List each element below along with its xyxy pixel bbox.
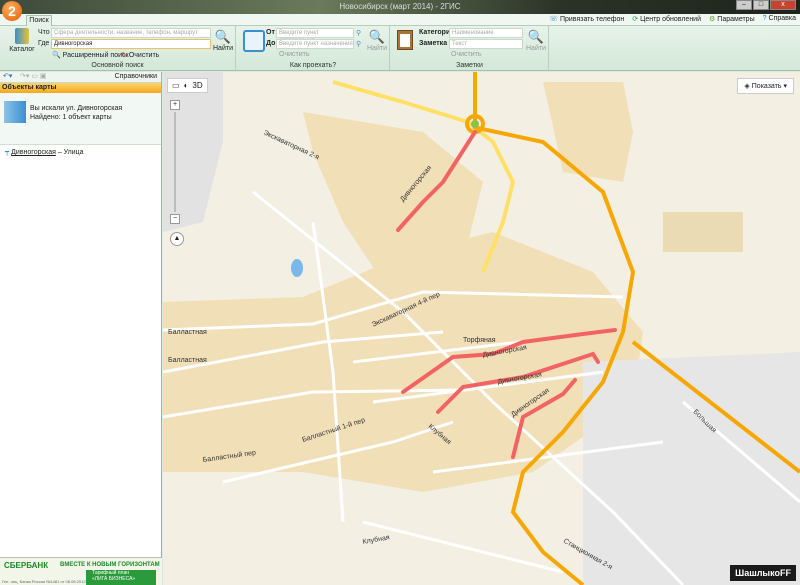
ad-banner[interactable]: СБЕРБАНК ВМЕСТЕ К НОВЫМ ГОРИЗОНТАМ Тариф… xyxy=(0,557,162,585)
forward-icon[interactable]: ↷▾ ▭ ▣ xyxy=(20,72,47,80)
phone-icon: ☏ xyxy=(549,16,558,23)
group-main-search: Каталог Что Сфера деятельности, название… xyxy=(0,26,236,70)
buildings-icon xyxy=(4,101,26,123)
pin-to-icon[interactable]: ⚲ xyxy=(356,40,361,48)
clipboard-icon xyxy=(397,30,413,50)
maximize-button[interactable]: □ xyxy=(753,0,769,10)
catalog-button[interactable]: Каталог xyxy=(8,28,36,53)
note-input[interactable]: Текст xyxy=(449,39,523,49)
corner-logo[interactable]: ШашлыкоFF xyxy=(730,565,796,581)
rotate-icon[interactable]: ◐ xyxy=(184,81,189,90)
zoom-in-button[interactable]: + xyxy=(170,100,180,110)
route-find-button[interactable]: 🔍 Найти xyxy=(366,29,388,52)
link-update-center[interactable]: ⟳ Центр обновлений xyxy=(632,15,701,23)
what-input[interactable]: Сфера деятельности, название, телефон, м… xyxy=(51,28,211,38)
help-icon: ? xyxy=(762,15,767,22)
route-icon xyxy=(243,30,265,52)
magnifier-icon: 🔍 xyxy=(214,29,232,44)
find-button[interactable]: 🔍 Найти xyxy=(213,29,233,52)
route-from-input[interactable]: Введите пункт отправления xyxy=(276,28,354,44)
link-settings[interactable]: ⚙ Параметры xyxy=(709,15,755,23)
magnifier-icon: 🔍 xyxy=(368,29,386,44)
layers-icon: ◈ xyxy=(744,83,750,90)
minimize-button[interactable]: – xyxy=(736,0,752,10)
pin-from-icon[interactable]: ⚲ xyxy=(356,29,361,37)
street-icon: ┯ xyxy=(5,149,10,156)
map-view[interactable]: Экскаваторная 2-я Дивногорская Экскавато… xyxy=(163,72,800,585)
zoom-out-button[interactable]: − xyxy=(170,214,180,224)
ribbon: Каталог Что Сфера деятельности, название… xyxy=(0,26,800,71)
gear-icon: ⚙ xyxy=(709,16,716,23)
title-bar: Новосибирск (март 2014) - 2ГИС – □ x xyxy=(0,0,800,14)
compass-icon[interactable]: ▲ xyxy=(170,232,184,246)
route-clear-button[interactable]: Очистить xyxy=(279,51,309,58)
group-route: От Введите пункт отправления До Введите … xyxy=(237,26,390,70)
notes-clear-button[interactable]: Очистить xyxy=(451,51,481,58)
street-label: Балластная xyxy=(168,357,207,364)
directories-menu[interactable]: Справочники xyxy=(115,73,157,80)
refresh-icon: ⟳ xyxy=(632,16,639,23)
street-label: Балластная xyxy=(168,329,207,336)
street-label: Торфяная xyxy=(463,337,496,344)
show-button[interactable]: ◈ Показать ▾ xyxy=(737,78,794,94)
group-notes: Категория Наименование Заметка Текст 🔍 На… xyxy=(391,26,549,70)
map-canvas: Экскаваторная 2-я Дивногорская Экскавато… xyxy=(163,72,800,585)
panel-title: Объекты карты xyxy=(0,83,161,93)
close-button[interactable]: x xyxy=(770,0,796,10)
zoom-slider[interactable]: + − ▲ xyxy=(170,100,184,246)
notes-find-button[interactable]: 🔍 Найти xyxy=(525,29,547,52)
ruler-icon[interactable]: ▭ xyxy=(172,81,180,90)
window-title: Новосибирск (март 2014) - 2ГИС xyxy=(339,2,461,11)
link-help[interactable]: ? Справка xyxy=(763,15,796,23)
result-item[interactable]: ┯ Дивногорская – Улица xyxy=(0,145,161,159)
magnifier-icon: 🔍 xyxy=(527,29,545,44)
link-bind-phone[interactable]: ☏ Привязать телефон xyxy=(549,15,624,23)
catalog-icon xyxy=(15,28,29,44)
where-input[interactable]: Дивногорская xyxy=(51,39,211,49)
category-select[interactable]: Наименование xyxy=(449,28,523,38)
app-logo[interactable]: 2 xyxy=(2,1,22,21)
route-to-input[interactable]: Введите пункт назначения xyxy=(276,39,354,49)
back-icon[interactable]: ↶▾ xyxy=(3,72,12,80)
clear-search-button[interactable]: ✎ Очистить xyxy=(121,51,159,59)
eraser-icon: ✎ xyxy=(121,52,127,59)
3d-button[interactable]: 3D xyxy=(192,81,202,90)
advanced-search-link[interactable]: 🔍 Расширенный поиск xyxy=(52,51,129,59)
street-label: Клубная xyxy=(362,533,390,546)
left-panel: ↶▾ ↷▾ ▭ ▣ Справочники Объекты карты Вы и… xyxy=(0,72,162,585)
